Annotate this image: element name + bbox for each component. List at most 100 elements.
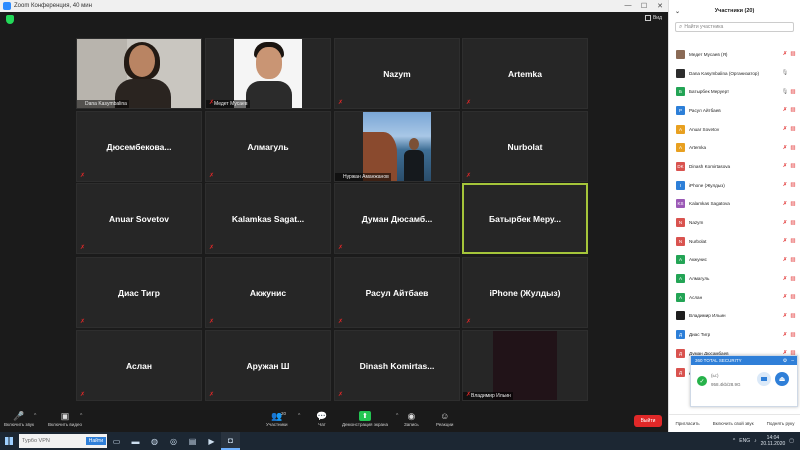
record-button[interactable]: ◉ Запись xyxy=(404,411,419,427)
chat-button[interactable]: 💬 Чат xyxy=(316,411,328,427)
participant-row[interactable]: Р Расул Айтбаев ✗ ▨ xyxy=(669,101,800,120)
gallery-view: Вид Dana Kasymbalina Медет Мусаев ✗ Nazym ✗ A… xyxy=(0,12,668,410)
chrome-icon[interactable]: ◎ xyxy=(164,432,183,450)
participant-row[interactable]: Д Диас Тигр ✗ ▨ xyxy=(669,325,800,344)
share-options-caret[interactable]: ^ xyxy=(396,413,398,419)
video-tile[interactable]: Anuar Sovetov ✗ xyxy=(76,183,202,254)
participant-name: Artemka xyxy=(689,145,707,151)
mic-muted-icon: ✗ xyxy=(466,173,472,179)
popup-minimize-icon[interactable]: – xyxy=(791,358,794,364)
participants-options-caret[interactable]: ^ xyxy=(298,413,300,419)
steam-icon[interactable]: ◍ xyxy=(145,432,164,450)
video-tile[interactable]: Дюсембекова... ✗ xyxy=(76,111,202,182)
participant-row[interactable]: Б Батырбек Меруерт 🎙 ▨ xyxy=(669,82,800,101)
participant-row[interactable]: Dana Kasymbalina (Организатор) 🎙 xyxy=(669,64,800,83)
camera-off-icon: ▨ xyxy=(790,294,796,301)
mic-muted-icon: ✗ xyxy=(209,173,215,179)
participant-row[interactable]: Медет Мусаев (Я) ✗ ▨ xyxy=(669,45,800,64)
leave-meeting-button[interactable]: Выйти xyxy=(634,415,662,427)
participant-row[interactable]: A Anuar Sovetov ✗ ▨ xyxy=(669,120,800,139)
language-indicator[interactable]: ENG xyxy=(739,438,750,444)
minimize-button[interactable]: — xyxy=(620,2,636,10)
popup-title: 360 TOTAL SECURITY xyxy=(695,358,742,363)
mic-muted-icon: ✗ xyxy=(338,392,344,398)
video-tile[interactable]: Алмагуль ✗ xyxy=(205,111,331,182)
encryption-shield-icon[interactable] xyxy=(6,15,14,24)
video-tile[interactable]: iPhone (Жулдыз) ✗ xyxy=(462,257,588,328)
video-tile[interactable]: Нуржан Аманжанов xyxy=(334,111,460,182)
video-tile[interactable]: Владимир Ильин ✗ xyxy=(462,330,588,401)
participant-search-input[interactable] xyxy=(684,24,793,30)
share-screen-icon: ⬆ xyxy=(358,411,371,421)
open-folder-button[interactable] xyxy=(757,372,771,386)
video-tile[interactable]: Медет Мусаев ✗ xyxy=(205,38,331,109)
start-video-button[interactable]: ▣ Включить видео xyxy=(48,411,82,427)
video-tile[interactable]: Аслан ✗ xyxy=(76,330,202,401)
popup-settings-icon[interactable]: ⚙ xyxy=(783,358,787,364)
close-window-button[interactable]: ✕ xyxy=(652,2,668,10)
maximize-button[interactable]: ☐ xyxy=(636,2,652,10)
video-tile[interactable]: Батырбек Меру... xyxy=(462,183,588,254)
eject-button[interactable]: ⏏ xyxy=(775,372,789,386)
video-tile[interactable]: Artemka ✗ xyxy=(462,38,588,109)
participant-avatar xyxy=(676,311,685,321)
notifications-icon[interactable]: ▢ xyxy=(789,438,794,444)
participant-row[interactable]: N Nurbolat ✗ ▨ xyxy=(669,232,800,251)
camera-off-icon: ▨ xyxy=(790,219,796,226)
mic-muted-icon: ✗ xyxy=(209,100,215,106)
popup-drive-label: (ы:) xyxy=(711,373,719,378)
participant-name: Диас Тигр xyxy=(689,332,711,338)
participant-row[interactable]: IiPhone (Жулдыз) ✗ ▨ xyxy=(669,176,800,195)
reactions-button[interactable]: ☺ Реакции xyxy=(436,411,453,427)
video-options-caret[interactable]: ^ xyxy=(80,413,82,419)
video-tile[interactable]: Думан Дюсамб... ✗ xyxy=(334,183,460,254)
clock[interactable]: 14:04 20.11.2020 xyxy=(761,435,786,447)
participant-row[interactable]: А Алмагуль ✗ ▨ xyxy=(669,269,800,288)
participant-avatar: Б xyxy=(676,87,685,97)
participant-row[interactable]: KS Kalamkas Sagatova ✗ ▨ xyxy=(669,195,800,214)
participant-row[interactable]: А Аслан ✗ ▨ xyxy=(669,288,800,307)
participant-avatar: Д xyxy=(676,348,685,358)
participant-name: Nazym xyxy=(689,220,704,226)
video-tile[interactable]: Расул Айтбаев ✗ xyxy=(334,257,460,328)
view-button-label: Вид xyxy=(652,15,662,21)
tray-arrow-icon[interactable]: ^ xyxy=(733,438,735,444)
participant-avatar: А xyxy=(676,255,685,265)
zoom-app-icon xyxy=(3,2,11,10)
video-tile[interactable]: Dinash Komirtas... ✗ xyxy=(334,330,460,401)
title-bar: Zoom Конференция, 40 мин — ☐ ✕ xyxy=(0,0,668,12)
collapse-chevron-icon[interactable]: ⌄ xyxy=(675,8,680,15)
file-explorer-icon[interactable]: ▬ xyxy=(126,432,145,450)
invite-button[interactable]: Пригласить xyxy=(676,421,700,426)
participant-row[interactable]: А Акжунис ✗ ▨ xyxy=(669,251,800,270)
view-button[interactable]: Вид xyxy=(644,15,662,21)
participant-name: Акжунис xyxy=(689,257,707,263)
participant-row[interactable]: A Artemka ✗ ▨ xyxy=(669,138,800,157)
audio-options-caret[interactable]: ^ xyxy=(34,413,36,419)
video-tile[interactable]: Аружан Ш ✗ xyxy=(205,330,331,401)
raise-hand-button[interactable]: Поднять руку xyxy=(767,421,795,426)
participant-row[interactable]: Владимир Ильин ✗ ▨ xyxy=(669,307,800,326)
video-tile[interactable]: Диас Тигр ✗ xyxy=(76,257,202,328)
video-tile[interactable]: Nazym ✗ xyxy=(334,38,460,109)
unmute-button[interactable]: 🎤 Включить звук xyxy=(4,411,34,427)
participant-row[interactable]: N Nazym ✗ ▨ xyxy=(669,213,800,232)
share-screen-button[interactable]: ⬆ Демонстрация экрана xyxy=(342,411,388,427)
taskbar-search-button[interactable]: Найти xyxy=(85,437,106,445)
video-tile[interactable]: Акжунис ✗ xyxy=(205,257,331,328)
camera-off-icon: ▨ xyxy=(790,144,796,151)
start-button[interactable] xyxy=(0,432,18,450)
video-tile[interactable]: Nurbolat ✗ xyxy=(462,111,588,182)
video-app-icon[interactable]: ▶ xyxy=(202,432,221,450)
camera-off-icon: ▨ xyxy=(790,256,796,263)
video-tile[interactable]: Kalamkas Sagat... ✗ xyxy=(205,183,331,254)
video-tile[interactable]: Dana Kasymbalina xyxy=(76,38,202,109)
zoom-taskbar-icon[interactable]: ◘ xyxy=(221,432,240,450)
participant-row[interactable]: DK Dinash Komirtasova ✗ ▨ xyxy=(669,157,800,176)
participants-button[interactable]: 👥 20 Участники xyxy=(266,411,288,427)
taskbar-search-input[interactable] xyxy=(22,438,84,444)
folder-icon[interactable]: ▤ xyxy=(183,432,202,450)
volume-icon[interactable]: ♪ xyxy=(754,438,757,444)
unmute-self-button[interactable]: Включить свой звук xyxy=(713,421,754,426)
task-view-icon[interactable]: ▭ xyxy=(107,432,126,450)
